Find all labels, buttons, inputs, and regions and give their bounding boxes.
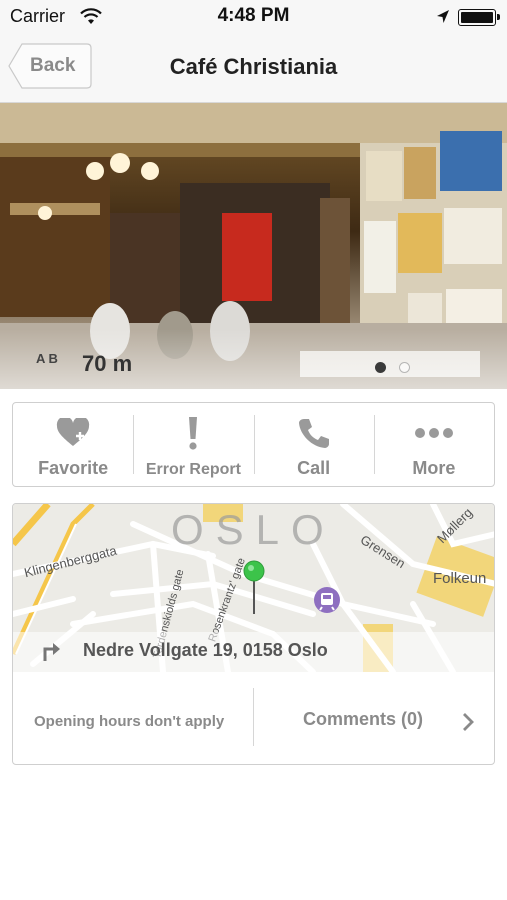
more-dots-icon — [374, 415, 494, 451]
status-bar: Carrier 4:48 PM — [0, 0, 507, 34]
location-arrow-icon — [436, 9, 450, 29]
distance-icon: A B — [36, 351, 58, 366]
map-place-label: Folkeun — [433, 570, 487, 587]
exclamation-icon — [133, 415, 253, 451]
navigation-bar: Back Café Christiania — [0, 34, 507, 103]
address-label: Nedre Vollgate 19, 0158 Oslo — [83, 640, 328, 660]
location-card: OSLO Klingenberggata Grensen Møllerg Fol… — [12, 503, 495, 765]
map-view[interactable]: OSLO Klingenberggata Grensen Møllerg Fol… — [13, 504, 494, 672]
comments-link[interactable]: Comments (0) — [303, 709, 423, 730]
distance-label: 70 m — [82, 351, 133, 376]
battery-icon — [458, 9, 500, 26]
heart-plus-icon — [13, 415, 133, 451]
chevron-right-icon[interactable] — [461, 712, 475, 737]
more-label: More — [412, 458, 456, 478]
call-button[interactable]: Call — [253, 403, 374, 486]
favorite-button[interactable]: Favorite — [13, 403, 133, 486]
address-row[interactable]: Nedre Vollgate 19, 0158 Oslo — [13, 632, 494, 672]
page-indicator-dot-active[interactable] — [375, 362, 386, 373]
error-report-button[interactable]: Error Report — [133, 403, 253, 486]
error-report-label: Error Report — [145, 461, 241, 478]
phone-icon — [254, 415, 374, 451]
info-row: Opening hours don't apply Comments (0) — [13, 672, 494, 764]
photo-gradient-overlay — [0, 329, 507, 389]
map-city-label: OSLO — [171, 506, 336, 553]
favorite-label: Favorite — [38, 458, 109, 478]
info-divider — [253, 688, 254, 746]
action-bar: Favorite Error Report Call More — [12, 402, 495, 487]
page-title: Café Christiania — [169, 54, 338, 79]
clock: 4:48 PM — [217, 5, 290, 26]
opening-hours-label: Opening hours don't apply — [34, 713, 225, 730]
call-label: Call — [297, 458, 331, 478]
more-button[interactable]: More — [373, 403, 494, 486]
page-indicator-dot[interactable] — [399, 362, 410, 373]
venue-photo-carousel[interactable] — [0, 103, 507, 389]
